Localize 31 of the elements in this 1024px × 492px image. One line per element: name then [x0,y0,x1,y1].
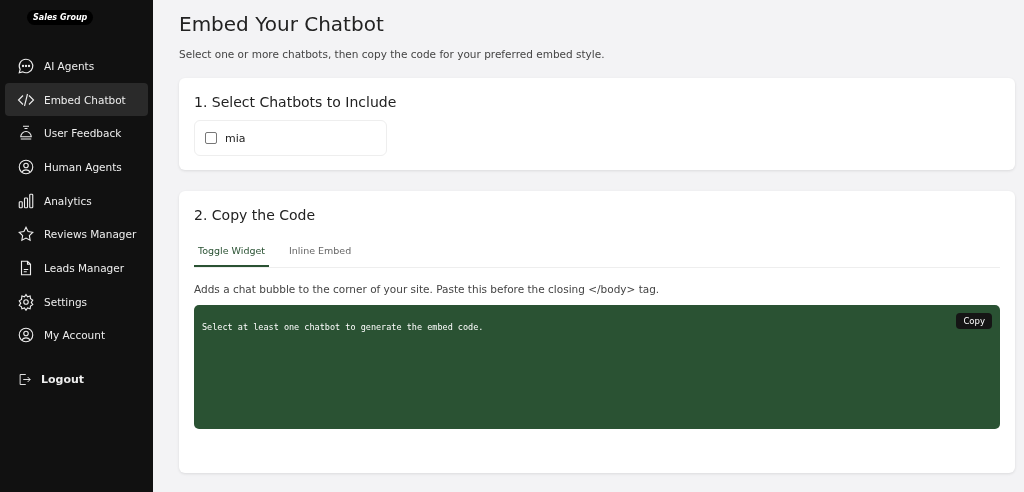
settings-icon [17,292,35,311]
chat-bubble-icon [17,56,35,75]
card-title: 1. Select Chatbots to Include [194,94,398,110]
description: Adds a chat bubble to the corner of your site. Paste this before the closing </body> tag. [194,283,661,295]
tab[interactable]: Toggle Widget [194,239,270,267]
sidebar-item[interactable]: Settings [5,284,148,319]
star-icon [17,225,35,244]
sidebar-item[interactable]: Leads Manager [5,251,148,285]
logo: Sales Group [27,10,94,25]
chatbot-option[interactable]: mia [194,120,387,156]
sidebar-item[interactable]: Embed Chatbot [5,82,148,117]
checkbox[interactable] [205,132,217,144]
sidebar-item[interactable]: Reviews Manager [5,217,148,252]
sidebar-item[interactable]: Human Agents [5,150,148,184]
sidebar-item[interactable]: My Account [5,318,148,353]
copy-button[interactable]: Copy [956,313,992,329]
logout-icon [17,372,32,388]
sidebar-item[interactable]: Analytics [5,183,148,218]
sidebar-item[interactable]: AI Agents [5,49,148,83]
code-text: Select at least one chatbot to generate the embed code. [202,322,484,332]
logout-link[interactable]: Logout [5,372,148,388]
page-title: Embed Your Chatbot [179,12,385,36]
bar-chart-icon [17,191,35,210]
tab[interactable]: Inline Embed [285,239,356,267]
page-subtitle: Select one or more chatbots, then copy the code for your preferred embed style. [179,48,606,60]
sidebar-item[interactable]: User Feedback [5,116,148,151]
user-icon [17,157,35,176]
card-title: 2. Copy the Code [194,207,317,223]
code-box[interactable]: Select at least one chatbot to generate the embed code. Copy [194,305,1000,429]
user-icon [17,326,35,345]
feedback-icon [17,124,35,143]
